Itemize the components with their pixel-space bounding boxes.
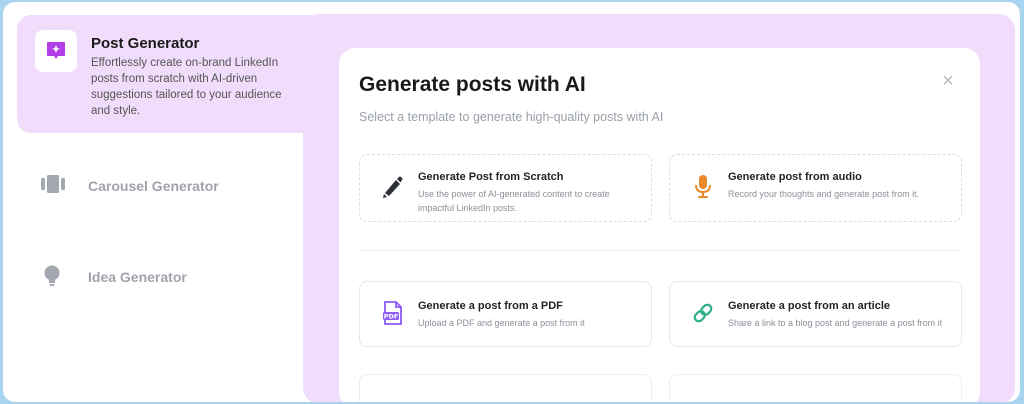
pdf-file-icon: PDF: [380, 300, 406, 326]
sidebar-item-label: Carousel Generator: [88, 178, 219, 194]
generate-from-article-card[interactable]: Generate a post from an article Share a …: [669, 281, 962, 347]
card-description: Use the power of AI-generated content to…: [418, 189, 610, 213]
card-title: Generate a post from a PDF: [418, 300, 563, 312]
card-description: Record your thoughts and generate post f…: [728, 189, 920, 199]
generate-from-scratch-card[interactable]: Generate Post from Scratch Use the power…: [359, 154, 652, 222]
sidebar-item-label: Idea Generator: [88, 269, 187, 285]
card-description: Share a link to a blog post and generate…: [728, 318, 943, 328]
generate-posts-modal: Generate posts with AI × Select a templa…: [339, 48, 980, 402]
card-partial[interactable]: [359, 374, 652, 402]
svg-text:PDF: PDF: [384, 313, 399, 321]
close-icon[interactable]: ×: [937, 70, 959, 92]
card-title: Generate a post from an article: [728, 300, 890, 312]
sidebar-item-post-generator[interactable]: Post Generator Effortlessly create on-br…: [17, 15, 322, 133]
sparkle-chat-icon: [35, 30, 77, 72]
modal-subtitle: Select a template to generate high-quali…: [359, 110, 664, 124]
lightbulb-icon: [43, 265, 61, 294]
sidebar-item-carousel-generator[interactable]: Carousel Generator: [17, 166, 322, 206]
app-frame: Post Generator Effortlessly create on-br…: [3, 2, 1020, 402]
microphone-icon: [690, 173, 716, 199]
card-title: Generate post from audio: [728, 171, 862, 183]
sidebar-item-description: Effortlessly create on-brand LinkedIn po…: [91, 57, 282, 117]
sidebar-item-title: Post Generator: [91, 35, 200, 52]
modal-title: Generate posts with AI: [359, 73, 586, 96]
pen-icon: [380, 173, 406, 199]
link-icon: [690, 300, 716, 326]
card-title: Generate Post from Scratch: [418, 171, 564, 183]
generate-from-pdf-card[interactable]: PDF Generate a post from a PDF Upload a …: [359, 281, 652, 347]
card-description: Upload a PDF and generate a post from it: [418, 318, 585, 328]
sidebar-item-idea-generator[interactable]: Idea Generator: [17, 257, 322, 297]
divider: [359, 250, 962, 251]
generate-from-audio-card[interactable]: Generate post from audio Record your tho…: [669, 154, 962, 222]
carousel-icon: [41, 174, 65, 199]
card-partial[interactable]: [669, 374, 962, 402]
